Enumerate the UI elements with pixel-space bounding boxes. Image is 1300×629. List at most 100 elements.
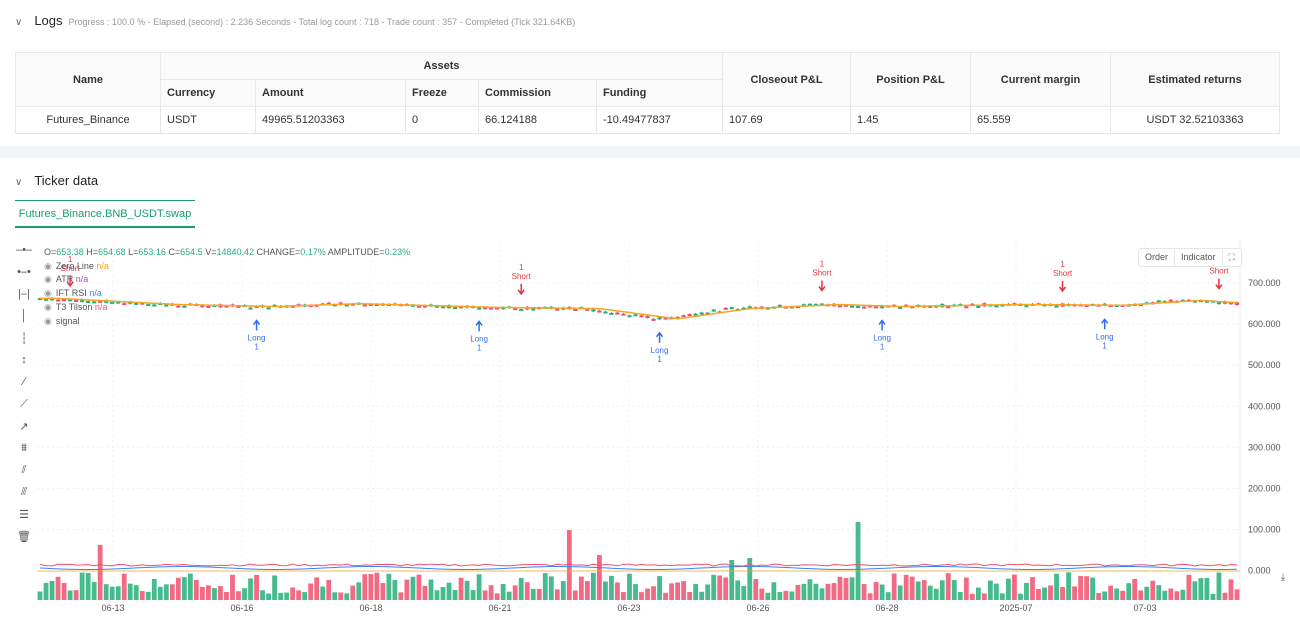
order-button[interactable]: Order bbox=[1139, 249, 1176, 266]
volume-bar bbox=[284, 592, 290, 600]
volume-bar bbox=[1024, 582, 1029, 600]
fib-icon[interactable]: ⫻ bbox=[12, 486, 36, 508]
volume-bar bbox=[861, 584, 867, 600]
indicator-value: n/a bbox=[75, 274, 89, 285]
volume-bar bbox=[663, 592, 668, 600]
short-arrow-icon bbox=[1215, 278, 1223, 290]
signal-qty: 1 bbox=[820, 260, 825, 269]
signal-qty: 1 bbox=[1060, 260, 1065, 269]
arrow-line-icon[interactable]: ↗ bbox=[12, 420, 36, 442]
indicator-t3-tilson[interactable]: ◉ T3 Tilson n/a bbox=[44, 301, 410, 315]
volume-bar bbox=[753, 579, 759, 600]
fib-retracement-icon[interactable]: ☰ bbox=[12, 508, 36, 530]
indicator-value: n/a bbox=[96, 260, 109, 271]
open: 653.38 bbox=[56, 247, 84, 257]
candle bbox=[639, 315, 644, 318]
volume-bar bbox=[1084, 576, 1090, 600]
horizontal-line-icon[interactable]: –•– bbox=[12, 244, 36, 266]
x-tick-label: 06-23 bbox=[617, 603, 640, 613]
volume-bar bbox=[37, 591, 43, 600]
volume-bar bbox=[873, 581, 879, 600]
long-arrow-icon bbox=[655, 331, 664, 343]
volume-bar bbox=[705, 584, 711, 600]
volume-bar bbox=[843, 577, 849, 600]
volume-bar bbox=[975, 587, 981, 600]
volume-bar bbox=[212, 588, 217, 600]
volume-bar bbox=[169, 584, 175, 600]
volume-bar bbox=[1090, 577, 1096, 600]
volume-bar bbox=[1192, 581, 1198, 600]
eye-icon[interactable]: ◉ bbox=[44, 316, 52, 326]
volume-bar bbox=[404, 579, 410, 600]
low: 653.16 bbox=[138, 247, 166, 257]
vertical-line-icon[interactable]: │ bbox=[12, 310, 36, 332]
volume-bar bbox=[428, 579, 434, 600]
volume-bar bbox=[91, 581, 97, 600]
candle bbox=[699, 312, 704, 315]
eye-icon[interactable]: ◉ bbox=[44, 302, 52, 312]
volume-bar bbox=[554, 589, 560, 600]
volume-bar bbox=[518, 577, 524, 600]
indicator-zero-line[interactable]: ◉ Zero Line n/a bbox=[44, 260, 410, 274]
indicator-atr[interactable]: ◉ ATR n/a bbox=[44, 273, 410, 287]
volume-bar bbox=[1216, 572, 1222, 600]
price-line-icon[interactable]: ⩩ bbox=[12, 442, 36, 464]
volume-bar bbox=[314, 577, 320, 600]
indicator-name: T3 Tilson bbox=[55, 301, 93, 312]
volume-bar bbox=[109, 586, 115, 600]
indicator-button[interactable]: Indicator bbox=[1175, 249, 1223, 266]
candle bbox=[573, 309, 578, 312]
horizontal-segment-icon[interactable]: |–| bbox=[12, 288, 36, 310]
ray-line-icon[interactable]: ⟋ bbox=[12, 398, 36, 420]
volume-bar bbox=[783, 590, 789, 600]
eye-icon[interactable]: ◉ bbox=[44, 288, 52, 298]
signal-label: Short bbox=[512, 272, 532, 281]
volume-bar bbox=[963, 577, 969, 600]
volume-bar bbox=[681, 581, 687, 600]
eye-icon[interactable]: ◉ bbox=[44, 261, 52, 271]
fullscreen-icon[interactable]: ⛶ bbox=[1223, 249, 1241, 266]
candle bbox=[452, 307, 458, 310]
x-tick-label: 06-28 bbox=[875, 603, 898, 613]
volume-bar bbox=[777, 592, 783, 600]
volume-bar bbox=[771, 582, 777, 600]
trash-icon[interactable]: 🗑 bbox=[12, 530, 36, 552]
indicator-name: IFT RSI bbox=[55, 288, 87, 299]
volume-bar bbox=[133, 585, 139, 600]
candle bbox=[711, 309, 716, 312]
trend-line-icon[interactable]: ⁄ bbox=[12, 376, 36, 398]
volume-bar bbox=[392, 580, 398, 600]
horizontal-ray-icon[interactable]: •–• bbox=[12, 266, 36, 288]
volume-bar bbox=[759, 588, 765, 600]
candle bbox=[519, 309, 524, 312]
candle bbox=[1156, 300, 1161, 303]
volume-bar bbox=[1066, 572, 1071, 600]
volume-bar bbox=[266, 593, 271, 600]
volume-bar bbox=[434, 590, 440, 600]
volume-bar bbox=[422, 585, 428, 600]
volume-bar bbox=[927, 585, 933, 600]
volume-bar bbox=[1006, 578, 1011, 600]
candle bbox=[976, 305, 981, 308]
parallel-channel-icon[interactable]: ⫽ bbox=[12, 464, 36, 486]
indicator-ift-rsi[interactable]: ◉ IFT RSI n/a bbox=[44, 287, 410, 301]
volume-bar bbox=[73, 590, 79, 600]
vertical-ray-icon[interactable]: ↕ bbox=[12, 354, 36, 376]
indicator-signal[interactable]: ◉ signal bbox=[44, 315, 410, 329]
short-arrow-icon bbox=[517, 283, 525, 296]
volume-bar bbox=[121, 573, 127, 600]
volume-bar bbox=[362, 574, 368, 600]
candle bbox=[531, 308, 536, 311]
volume-bar bbox=[657, 576, 662, 600]
volume-bar bbox=[981, 593, 987, 600]
volume-bar bbox=[524, 582, 530, 600]
ift-rsi-line bbox=[39, 565, 1238, 570]
volume-bar bbox=[500, 583, 506, 600]
volume-bar bbox=[85, 572, 91, 600]
volume-bar bbox=[1048, 585, 1053, 600]
signal-label: Short bbox=[1209, 267, 1229, 276]
volume-bar bbox=[218, 586, 223, 600]
volume-bar bbox=[1234, 589, 1240, 600]
eye-icon[interactable]: ◉ bbox=[44, 274, 52, 284]
vertical-segment-icon[interactable]: ┆ bbox=[12, 332, 36, 354]
